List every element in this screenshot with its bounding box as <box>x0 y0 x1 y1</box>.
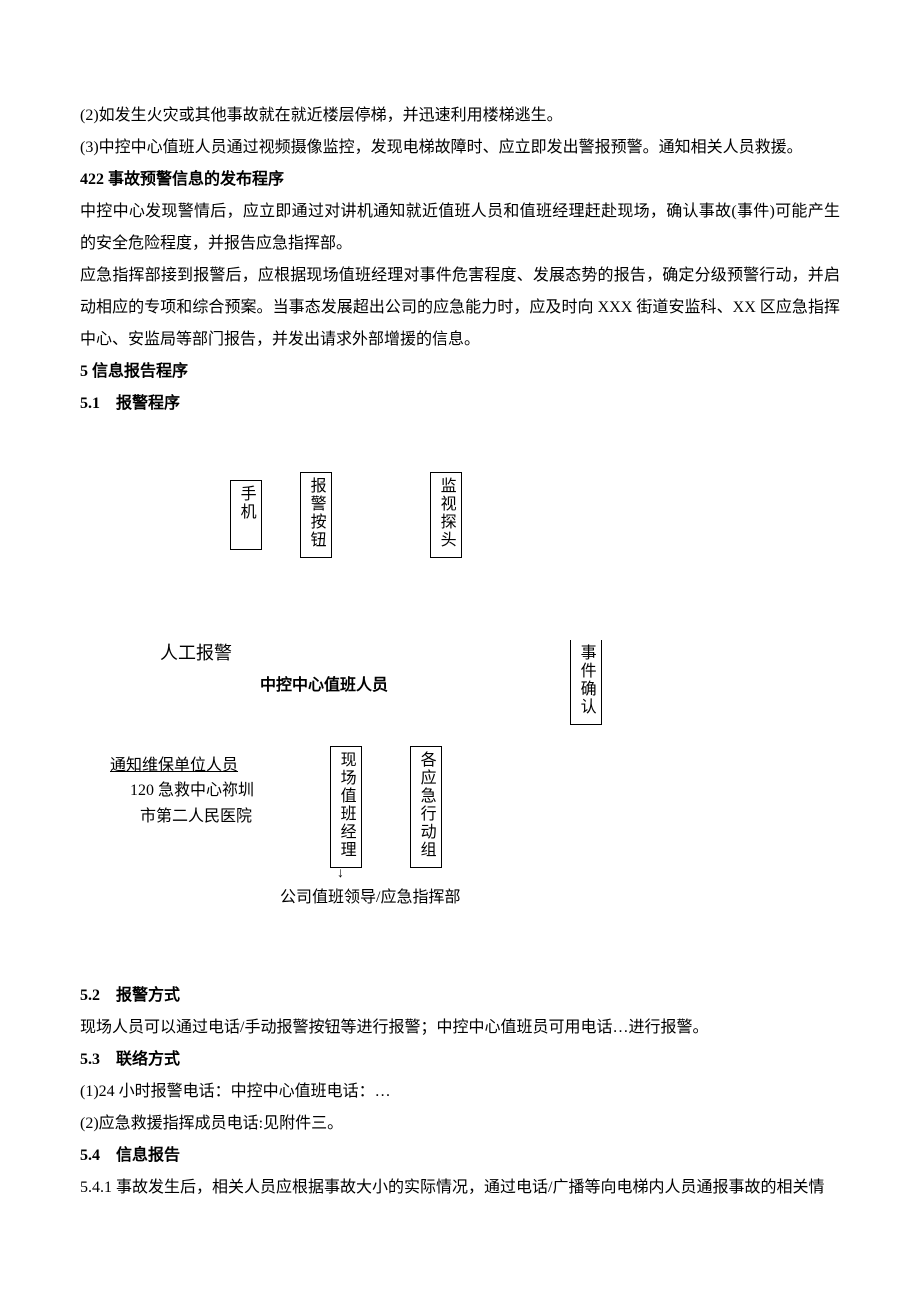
paragraph-5-4-1: 5.4.1 事故发生后，相关人员应根据事故大小的实际情况，通过电话/广播等向电梯… <box>80 1172 840 1204</box>
heading-422: 422 事故预警信息的发布程序 <box>80 164 840 196</box>
label-manual-alarm: 人工报警 <box>160 635 232 671</box>
alarm-flow-diagram: 手机 报警按钮 监视探头 人工报警 中控中心值班人员 事件确认 通知维保单位人员… <box>80 460 840 950</box>
label-hospital-2: 市第二人民医院 <box>140 804 252 830</box>
heading-5-1: 5.1 报警程序 <box>80 388 840 420</box>
label-hospital-1: 120 急救中心祢圳 <box>130 778 254 804</box>
box-event-confirm: 事件确认 <box>570 640 602 725</box>
heading-5-3: 5.3 联络方式 <box>80 1044 840 1076</box>
paragraph-3: (3)中控中心值班人员通过视频摄像监控，发现电梯故障时、应立即发出警报预警。通知… <box>80 132 840 164</box>
box-onsite-manager: 现场值班经理 <box>330 746 362 868</box>
heading-5-2: 5.2 报警方式 <box>80 980 840 1012</box>
paragraph-422-2: 应急指挥部接到报警后，应根据现场值班经理对事件危害程度、发展态势的报告，确定分级… <box>80 260 840 356</box>
heading-5: 5 信息报告程序 <box>80 356 840 388</box>
heading-5-4: 5.4 信息报告 <box>80 1140 840 1172</box>
paragraph-5-3-1: (1)24 小时报警电话：中控中心值班电话：… <box>80 1076 840 1108</box>
paragraph-5-3-2: (2)应急救援指挥成员电话:见附件三。 <box>80 1108 840 1140</box>
label-center-staff: 中控中心值班人员 <box>260 670 388 702</box>
label-company-lead: 公司值班领导/应急指挥部 <box>280 882 460 914</box>
paragraph-422-1: 中控中心发现警情后，应立即通过对讲机通知就近值班人员和值班经理赶赴现场，确认事故… <box>80 196 840 260</box>
box-action-groups: 各应急行动组 <box>410 746 442 868</box>
box-phone: 手机 <box>230 480 262 550</box>
paragraph-5-2: 现场人员可以通过电话/手动报警按钮等进行报警；中控中心值班员可用电话…进行报警。 <box>80 1012 840 1044</box>
box-alarm-button: 报警按钮 <box>300 472 332 558</box>
paragraph-2: (2)如发生火灾或其他事故就在就近楼层停梯，并迅速利用楼梯逃生。 <box>80 100 840 132</box>
box-camera: 监视探头 <box>430 472 462 558</box>
